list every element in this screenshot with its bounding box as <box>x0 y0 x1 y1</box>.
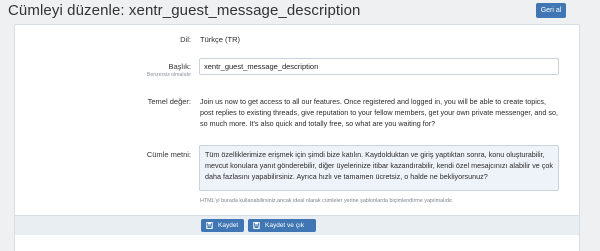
default-value-text: Join us now to get access to all our fea… <box>200 97 558 128</box>
phrase-text-label: Cümle metni: <box>146 150 191 159</box>
language-label: Dil: <box>180 35 191 44</box>
page: Cümleyi düzenle: xentr_guest_message_des… <box>0 0 600 251</box>
title-input[interactable] <box>199 58 559 75</box>
save-and-exit-button-label: Kaydet ve çık <box>265 222 305 229</box>
save-button-label: Kaydet <box>218 222 239 229</box>
title-label: Başlık: <box>168 62 191 71</box>
back-button[interactable]: Geri al <box>536 3 566 18</box>
language-value: Türkçe (TR) <box>200 35 240 44</box>
page-header: Cümleyi düzenle: xentr_guest_message_des… <box>0 0 600 26</box>
edit-phrase-form: Dil: Türkçe (TR) Başlık: Benzersiz olmal… <box>14 24 580 251</box>
phrase-text-explain: HTML'yi burada kullanabilirsiniz,ancak i… <box>200 198 454 204</box>
form-footer: Kaydet Kaydet ve çık <box>15 215 579 235</box>
save-button[interactable]: Kaydet <box>201 219 244 232</box>
default-value-label: Temel değer: <box>147 97 191 106</box>
title-hint: Benzersiz olmalıdır <box>146 72 191 78</box>
save-icon <box>206 222 213 229</box>
save-icon <box>253 222 260 229</box>
page-title: Cümleyi düzenle: xentr_guest_message_des… <box>8 2 361 19</box>
save-and-exit-button[interactable]: Kaydet ve çık <box>248 219 316 232</box>
phrase-text-input[interactable]: Tüm özelliklerimize erişmek için şimdi b… <box>199 145 559 191</box>
form-body: Dil: Türkçe (TR) Başlık: Benzersiz olmal… <box>15 25 579 215</box>
